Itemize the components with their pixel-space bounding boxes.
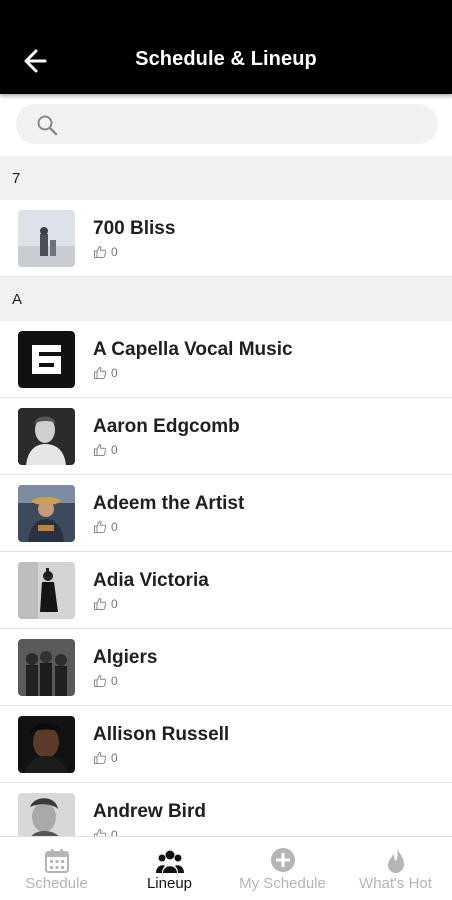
search-icon	[37, 115, 58, 136]
thumb-up-icon	[94, 828, 107, 836]
tab-schedule[interactable]: Schedule	[0, 837, 113, 900]
section-header-a: A	[0, 277, 452, 321]
artist-photo	[18, 408, 75, 465]
like-count[interactable]: 0	[93, 520, 118, 534]
artist-name: Algiers	[93, 647, 158, 668]
tab-label: Lineup	[146, 875, 193, 892]
artist-row-adia-victoria[interactable]: Adia Victoria 0	[0, 552, 452, 629]
plus-circle-icon	[270, 848, 295, 872]
bottom-tab-bar: Schedule Lineup My Schedule What's Hot	[0, 836, 452, 900]
artist-row-a-capella-vocal-music[interactable]: A Capella Vocal Music 0	[0, 321, 452, 398]
like-count-value: 0	[111, 443, 118, 457]
artist-row-700-bliss[interactable]: 700 Bliss 0	[0, 200, 452, 277]
tab-label: Schedule	[25, 875, 88, 892]
thumb-up-icon	[94, 366, 107, 379]
artist-row-andrew-bird[interactable]: Andrew Bird 0	[0, 783, 452, 836]
search-input[interactable]	[68, 104, 428, 144]
thumb-up-icon	[94, 245, 107, 258]
tab-label: What's Hot	[359, 875, 432, 892]
tab-whats-hot[interactable]: What's Hot	[339, 837, 452, 900]
thumb-up-icon	[94, 751, 107, 764]
like-count-value: 0	[111, 674, 118, 688]
tab-lineup[interactable]: Lineup	[113, 837, 226, 900]
artist-list[interactable]: 7 700 Bliss 0 A A Capella Vocal Music 0 …	[0, 156, 452, 836]
artist-photo	[18, 210, 75, 267]
status-bar	[0, 0, 452, 24]
tab-my-schedule[interactable]: My Schedule	[226, 837, 339, 900]
app-bar: Schedule & Lineup	[0, 24, 452, 94]
artist-row-adeem-the-artist[interactable]: Adeem the Artist 0	[0, 475, 452, 552]
artist-name: Adia Victoria	[93, 570, 209, 591]
artist-name: 700 Bliss	[93, 218, 176, 239]
like-count[interactable]: 0	[93, 443, 118, 457]
artist-name: Allison Russell	[93, 724, 230, 745]
like-count[interactable]: 0	[93, 366, 118, 380]
like-count[interactable]: 0	[93, 597, 118, 611]
thumb-up-icon	[94, 674, 107, 687]
like-count[interactable]: 0	[93, 751, 118, 765]
artist-photo	[18, 716, 75, 773]
artist-row-allison-russell[interactable]: Allison Russell 0	[0, 706, 452, 783]
like-count-value: 0	[111, 520, 118, 534]
like-count-value: 0	[111, 245, 118, 259]
like-count[interactable]: 0	[93, 674, 118, 688]
page-title: Schedule & Lineup	[135, 48, 317, 70]
artist-photo	[18, 639, 75, 696]
artist-name: Aaron Edgcomb	[93, 416, 240, 437]
search-box[interactable]	[16, 104, 438, 144]
artist-row-algiers[interactable]: Algiers 0	[0, 629, 452, 706]
calendar-icon	[44, 849, 69, 873]
thumb-up-icon	[94, 520, 107, 533]
artist-name: Andrew Bird	[93, 801, 206, 822]
thumb-up-icon	[94, 597, 107, 610]
artist-photo	[18, 793, 75, 836]
like-count[interactable]: 0	[93, 245, 118, 259]
like-count-value: 0	[111, 597, 118, 611]
artist-logo	[18, 331, 75, 388]
like-count[interactable]: 0	[93, 828, 118, 836]
tab-label: My Schedule	[239, 875, 326, 892]
thumb-up-icon	[94, 443, 107, 456]
like-count-value: 0	[111, 751, 118, 765]
artist-name: Adeem the Artist	[93, 493, 245, 514]
section-header-7: 7	[0, 156, 452, 200]
people-icon	[155, 850, 184, 873]
like-count-value: 0	[111, 366, 118, 380]
artist-row-aaron-edgcomb[interactable]: Aaron Edgcomb 0	[0, 398, 452, 475]
like-count-value: 0	[111, 828, 118, 836]
search-bar	[0, 94, 452, 156]
artist-name: A Capella Vocal Music	[93, 339, 293, 360]
artist-photo	[18, 562, 75, 619]
artist-photo	[18, 485, 75, 542]
flame-icon	[387, 848, 404, 873]
